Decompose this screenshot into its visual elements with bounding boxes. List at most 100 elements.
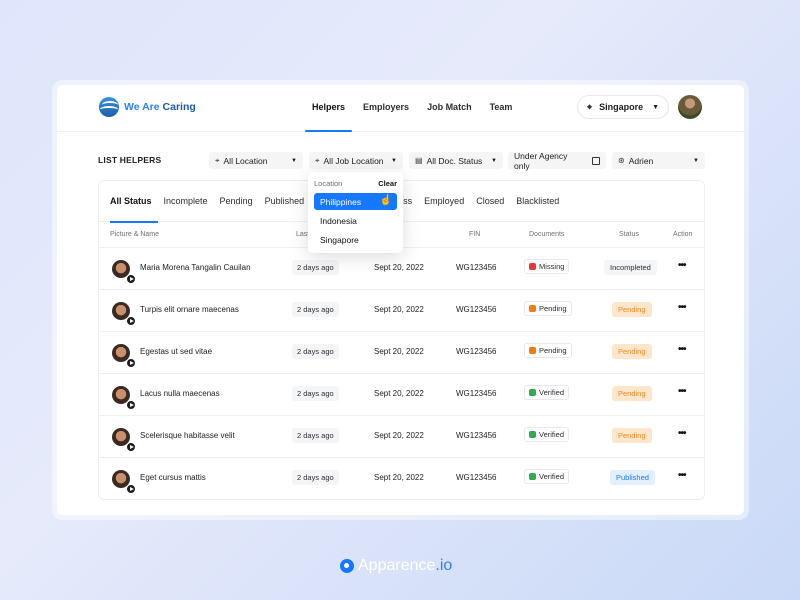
play-video-icon[interactable]	[126, 400, 136, 410]
col-documents: Documents	[529, 231, 565, 238]
tab-closed[interactable]: Closed	[476, 181, 510, 222]
filter-bar: LIST HELPERS ⌖ All Location ▼ ⌖ All Job Loc…	[98, 151, 705, 171]
list-title: LIST HELPERS	[98, 155, 162, 165]
table-row[interactable]: Turpis elit ornare maecenas 2 days ago S…	[99, 290, 704, 332]
map-pin-icon: ⌖	[315, 155, 320, 165]
checkbox[interactable]	[592, 156, 600, 165]
footer-brand-suffix: .io	[435, 557, 453, 574]
user-filter[interactable]: ⊛ Adrien ▼	[612, 152, 705, 169]
last-update: 2 days ago	[292, 302, 339, 317]
status-badge: Pending	[612, 302, 652, 317]
last-update: 2 days ago	[292, 470, 339, 485]
location-value: Singapore	[599, 102, 644, 112]
window-frame: We Are Caring Helpers Employers Job Matc…	[52, 80, 749, 520]
last-update: 2 days ago	[292, 344, 339, 359]
fin-number: WG123456	[456, 431, 497, 440]
job-location-dropdown: Location Clear Philippines ☝ Indonesia Si…	[308, 172, 403, 253]
doc-status-filter-label: All Doc. Status	[426, 155, 483, 166]
chevron-down-icon: ▼	[693, 157, 699, 164]
status-badge: Incompleted	[604, 260, 657, 275]
fin-number: WG123456	[456, 263, 497, 272]
map-pin-icon: ⌖	[215, 155, 220, 165]
last-update: 2 days ago	[292, 428, 339, 443]
helper-name[interactable]: Lacus nulla maecenas	[140, 389, 220, 398]
more-actions-icon[interactable]: •••	[678, 428, 686, 439]
last-update: 2 days ago	[292, 386, 339, 401]
col-action: Action	[673, 231, 693, 238]
nav-helpers[interactable]: Helpers	[303, 85, 354, 132]
nav-job-match[interactable]: Job Match	[418, 85, 481, 132]
table-body: Maria Morena Tangalin Cauilan 2 days ago…	[99, 248, 704, 500]
dropdown-option-singapore[interactable]: Singapore	[314, 231, 397, 248]
apparence-logo-icon	[340, 559, 354, 573]
location-selector[interactable]: ⌖ Singapore ▼	[577, 95, 669, 119]
user-avatar[interactable]	[678, 95, 702, 119]
app-window: We Are Caring Helpers Employers Job Matc…	[57, 85, 744, 515]
doc-status-label: Pending	[539, 304, 567, 313]
doc-status-label: Pending	[539, 346, 567, 355]
fin-number: WG123456	[456, 389, 497, 398]
play-video-icon[interactable]	[126, 316, 136, 326]
doc-status-icon	[529, 305, 536, 312]
tab-blacklisted[interactable]: Blacklisted	[516, 181, 565, 222]
tab-published[interactable]: Published	[265, 181, 311, 222]
table-row[interactable]: Maria Morena Tangalin Cauilan 2 days ago…	[99, 248, 704, 290]
footer-brand: Apparence .io	[340, 557, 452, 575]
dropdown-option-philippines[interactable]: Philippines ☝	[314, 193, 397, 210]
helper-name[interactable]: Turpis elit ornare maecenas	[140, 305, 239, 314]
dropdown-option-indonesia[interactable]: Indonesia	[314, 212, 397, 229]
more-actions-icon[interactable]: •••	[678, 470, 686, 481]
table-row[interactable]: Scelerisque habitasse velit 2 days ago S…	[99, 416, 704, 458]
more-actions-icon[interactable]: •••	[678, 260, 686, 271]
play-video-icon[interactable]	[126, 484, 136, 494]
table-row[interactable]: Lacus nulla maecenas 2 days ago Sept 20,…	[99, 374, 704, 416]
doc-status-icon	[529, 347, 536, 354]
tab-employed[interactable]: Employed	[424, 181, 470, 222]
clear-button[interactable]: Clear	[378, 179, 397, 188]
helper-name[interactable]: Eget cursus mattis	[140, 473, 206, 482]
play-video-icon[interactable]	[126, 442, 136, 452]
job-location-filter[interactable]: ⌖ All Job Location ▼	[309, 152, 403, 169]
more-actions-icon[interactable]: •••	[678, 302, 686, 313]
map-pin-icon: ⌖	[587, 101, 593, 112]
tab-all-status[interactable]: All Status	[110, 181, 158, 223]
tab-pending[interactable]: Pending	[220, 181, 259, 222]
helper-name[interactable]: Scelerisque habitasse velit	[140, 431, 235, 440]
option-label: Philippines	[320, 197, 362, 207]
status-badge: Pending	[612, 386, 652, 401]
more-actions-icon[interactable]: •••	[678, 386, 686, 397]
status-badge: Pending	[612, 344, 652, 359]
fin-number: WG123456	[456, 305, 497, 314]
nav-team[interactable]: Team	[481, 85, 522, 132]
status-badge: Published	[610, 470, 655, 485]
document-status-badge: Pending	[524, 343, 572, 358]
helper-name[interactable]: Egestas ut sed vitae	[140, 347, 212, 356]
doc-status-icon	[529, 473, 536, 480]
helper-name[interactable]: Maria Morena Tangalin Cauilan	[140, 263, 251, 272]
document-status-badge: Verified	[524, 385, 570, 400]
doc-status-label: Missing	[539, 262, 565, 271]
tab-incomplete[interactable]: Incomplete	[164, 181, 214, 222]
availability-date: Sept 20, 2022	[374, 347, 424, 356]
agency-only-toggle[interactable]: Under Agency only	[508, 151, 606, 171]
nav-employers[interactable]: Employers	[354, 85, 418, 132]
document-status-badge: Pending	[524, 301, 572, 316]
availability-date: Sept 20, 2022	[374, 263, 424, 272]
location-filter[interactable]: ⌖ All Location ▼	[209, 152, 303, 169]
table-row[interactable]: Egestas ut sed vitae 2 days ago Sept 20,…	[99, 332, 704, 374]
brand-logo[interactable]: We Are Caring	[99, 97, 196, 117]
more-actions-icon[interactable]: •••	[678, 344, 686, 355]
doc-status-filter[interactable]: ▤ All Doc. Status ▼	[409, 152, 503, 169]
availability-date: Sept 20, 2022	[374, 473, 424, 482]
play-video-icon[interactable]	[126, 358, 136, 368]
dropdown-label: Location	[314, 179, 343, 188]
table-row[interactable]: Eget cursus mattis 2 days ago Sept 20, 2…	[99, 458, 704, 500]
play-video-icon[interactable]	[126, 274, 136, 284]
location-filter-label: All Location	[223, 155, 268, 166]
doc-status-label: Verified	[539, 430, 565, 439]
brand-text-1: We Are	[124, 101, 163, 113]
footer-brand-name: Apparence	[358, 557, 436, 574]
fin-number: WG123456	[456, 347, 497, 356]
availability-date: Sept 20, 2022	[374, 431, 424, 440]
user-filter-label: Adrien	[628, 155, 654, 166]
